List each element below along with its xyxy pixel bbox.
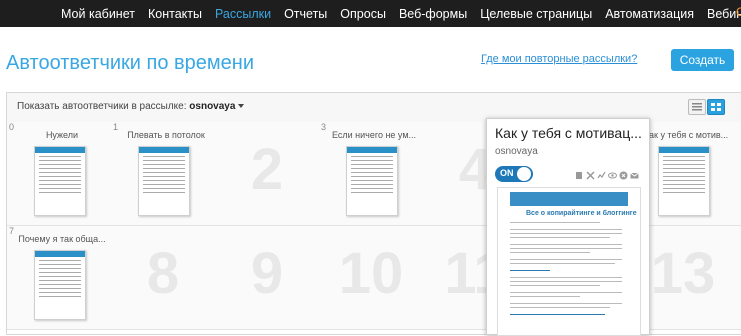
nav-item-contacts[interactable]: Контакты <box>148 7 202 21</box>
nav-item-reports[interactable]: Отчеты <box>284 7 327 21</box>
day-cell-7[interactable]: 7 Почему я так общa... <box>7 226 112 330</box>
popup-mailing-name: osnovaya <box>495 146 538 157</box>
main-nav: Мой кабинет Контакты Рассылки Отчеты Опр… <box>61 0 741 27</box>
repeat-mailings-link[interactable]: Где мои повторные рассылки? <box>481 53 637 65</box>
day-cell-1[interactable]: 1 Плевать в потолок <box>111 122 216 226</box>
day-number: 0 <box>9 122 15 132</box>
message-title[interactable]: Почему я так общa... <box>17 234 107 244</box>
email-heading: Все о копирайтинге и блоггинге <box>526 210 637 217</box>
message-thumbnail[interactable] <box>658 146 710 216</box>
email-preview[interactable]: Все о копирайтинге и блоггинге <box>497 187 641 336</box>
empty-day-number: 8 <box>146 241 180 306</box>
message-title[interactable]: Если ничего не ум... <box>329 130 419 140</box>
day-cell-3[interactable]: 3 Если ничего не ум... <box>319 122 424 226</box>
grid-view-button[interactable] <box>707 99 725 115</box>
day-cell-10[interactable]: 10 <box>319 226 424 330</box>
empty-day-number: 2 <box>250 137 284 202</box>
top-navigation-bar: Мой кабинет Контакты Рассылки Отчеты Опр… <box>0 0 741 27</box>
message-thumbnail[interactable] <box>34 250 86 320</box>
message-thumbnail[interactable] <box>34 146 86 216</box>
tools-icon[interactable] <box>586 167 595 180</box>
view-icon[interactable] <box>608 167 617 179</box>
list-icon <box>692 103 702 111</box>
nav-item-mailings[interactable]: Рассылки <box>215 7 271 21</box>
nav-item-webforms[interactable]: Веб-формы <box>399 7 467 21</box>
toggle-label: ON <box>500 168 514 178</box>
stats-icon[interactable] <box>597 167 606 179</box>
day-number: 7 <box>9 226 15 236</box>
chevron-down-icon[interactable] <box>238 104 245 109</box>
nav-item-surveys[interactable]: Опросы <box>340 7 386 21</box>
day-number: 1 <box>113 122 119 132</box>
popup-title: Как у тебя с мотивац... <box>495 125 642 141</box>
message-thumbnail[interactable] <box>138 146 190 216</box>
list-view-button[interactable] <box>688 99 706 115</box>
email-banner <box>510 192 628 206</box>
message-title[interactable]: Нужели <box>17 130 107 140</box>
grid-icon <box>711 103 721 111</box>
filter-value[interactable]: osnovaya <box>189 101 235 112</box>
nav-item-cabinet[interactable]: Мой кабинет <box>61 7 135 21</box>
mailing-filter[interactable]: Показать автоответчики в рассылке: osnov… <box>17 101 245 112</box>
day-cell-0[interactable]: 0 Нужели <box>7 122 112 226</box>
message-thumbnail[interactable] <box>346 146 398 216</box>
mail-icon[interactable] <box>630 167 639 179</box>
nav-item-automation[interactable]: Автоматизация <box>605 7 694 21</box>
day-cell-2[interactable]: 2 <box>215 122 320 226</box>
day-cell-8[interactable]: 8 <box>111 226 216 330</box>
delete-icon[interactable] <box>619 167 628 180</box>
copy-icon[interactable] <box>575 167 584 179</box>
toggle-knob <box>517 167 531 181</box>
empty-day-number: 10 <box>338 241 404 306</box>
nav-extra-cut[interactable]: О <box>736 5 741 19</box>
message-preview-popup[interactable]: Как у тебя с мотивац... osnovaya ON Все … <box>486 118 650 336</box>
empty-day-number: 9 <box>250 241 284 306</box>
nav-item-landing-pages[interactable]: Целевые страницы <box>480 7 592 21</box>
day-cell-9[interactable]: 9 <box>215 226 320 330</box>
message-title[interactable]: Плевать в потолок <box>121 130 211 140</box>
day-number: 3 <box>321 122 327 132</box>
popup-action-icons <box>575 167 639 180</box>
message-title[interactable]: Как у тебя с мотив... <box>641 130 731 140</box>
page-title: Автоответчики по времени <box>6 52 254 74</box>
filter-label: Показать автоответчики в рассылке: <box>17 101 187 112</box>
create-button[interactable]: Создать <box>671 49 734 71</box>
on-off-toggle[interactable]: ON <box>495 166 533 182</box>
